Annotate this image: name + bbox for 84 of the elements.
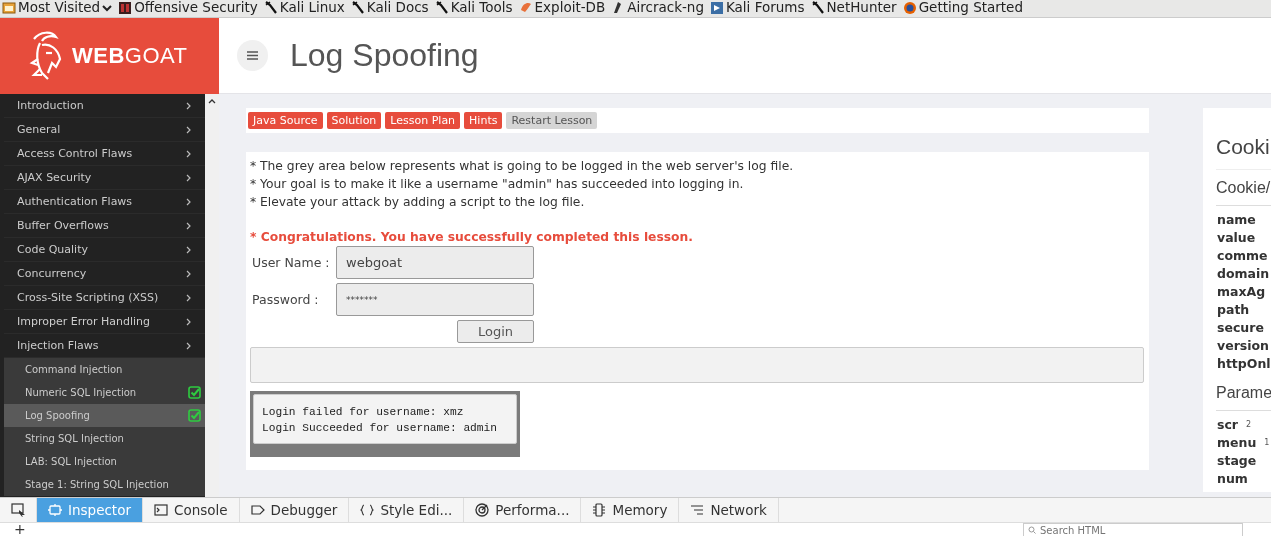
menu-icon <box>247 51 258 60</box>
log-field[interactable] <box>250 347 1144 383</box>
instruction-text: * Your goal is to make it like a username "admin" has succeeded into logging in. <box>250 176 745 193</box>
bug-icon <box>518 0 533 15</box>
sidebar-subitem[interactable]: Stage 1: String SQL Injection <box>4 473 205 496</box>
table-key: version <box>1217 337 1269 353</box>
add-node-button[interactable]: + <box>14 523 26 536</box>
sidebar-subitem[interactable]: Command Injection <box>4 358 205 381</box>
chevron-right-icon <box>186 173 192 182</box>
bookmark-link[interactable]: Getting Started <box>902 0 1023 15</box>
tag-icon <box>250 503 265 517</box>
table-key: comme <box>1217 247 1268 263</box>
sidebar-subitem[interactable]: String SQL Injection <box>4 427 205 450</box>
table-key: path <box>1217 301 1250 317</box>
table-key: stage <box>1217 452 1257 468</box>
lesson-button[interactable]: Solution <box>326 112 382 129</box>
lesson-button[interactable]: Java Source <box>248 112 323 129</box>
field-label: User Name : <box>252 255 330 270</box>
table-key: menu <box>1217 434 1257 450</box>
panel-subtitle: Parame <box>1216 384 1271 402</box>
success-message: * Congratulations. You have successfully completed this lesson. <box>250 230 694 244</box>
gauge-icon <box>475 503 490 517</box>
forum-icon <box>710 0 724 15</box>
password-field[interactable]: ******* <box>336 283 534 316</box>
chevron-right-icon <box>186 245 192 254</box>
panel-subtitle: Cookie/ <box>1216 179 1271 197</box>
bookmark-link[interactable]: Offensive Security <box>118 0 258 15</box>
table-value: 2 <box>1246 419 1252 429</box>
chevron-right-icon <box>186 341 192 350</box>
chevron-right-icon <box>186 293 192 302</box>
table-key: maxAg <box>1217 283 1266 299</box>
instruction-text: * The grey area below represents what is going to be logged in the web server's log file. <box>250 158 795 175</box>
table-key: secure <box>1217 319 1264 335</box>
search-field[interactable]: Search HTML <box>1023 523 1243 536</box>
chevron-right-icon <box>186 221 192 230</box>
chevron-down-icon <box>102 3 113 12</box>
logo-text: WEBGOAT <box>72 43 188 69</box>
chip-icon <box>592 503 607 517</box>
chevron-right-icon <box>186 149 192 158</box>
search-icon <box>1028 526 1036 534</box>
login-button[interactable]: Login <box>457 320 534 343</box>
bookmark-link[interactable]: Most Visited <box>2 0 113 15</box>
bookmark-link[interactable]: Kali Docs <box>350 0 429 15</box>
menu-button[interactable] <box>237 40 268 71</box>
sidebar-subitem[interactable]: Log Spoofing <box>4 404 205 427</box>
sidebar-subitem[interactable]: Numeric SQL Injection <box>4 381 205 404</box>
scroll-up-icon[interactable] <box>208 98 216 104</box>
table-key: name <box>1217 211 1256 227</box>
bookmark-link[interactable]: Kali Tools <box>434 0 513 15</box>
table-key: domain <box>1217 265 1270 281</box>
table-key: httpOnl <box>1217 355 1271 371</box>
panel-title: Cooki <box>1216 135 1271 170</box>
chevron-right-icon <box>186 197 192 206</box>
pointer-icon <box>11 503 25 517</box>
bookmark-link[interactable]: NetHunter <box>810 0 897 15</box>
scrollbar[interactable] <box>205 94 219 497</box>
instruction-text: * Elevate your attack by adding a script to the log file. <box>250 194 586 211</box>
braces-icon <box>360 503 375 517</box>
lesson-button[interactable]: Restart Lesson <box>506 112 598 129</box>
bookmark-link[interactable]: Exploit-DB <box>518 0 606 15</box>
chevron-right-icon <box>186 101 192 110</box>
chevron-right-icon <box>186 317 192 326</box>
username-field[interactable]: webgoat <box>336 246 534 279</box>
field-label: Password : <box>252 292 319 307</box>
log-line: Login Succeeded for username: admin <box>262 421 498 436</box>
bookmark-link[interactable]: Kali Linux <box>263 0 345 15</box>
lesson-button[interactable]: Hints <box>464 112 503 129</box>
table-key: scr <box>1217 416 1238 432</box>
bookmark-link[interactable]: Kali Forums <box>710 0 805 15</box>
page-title: Log Spoofing <box>290 37 479 74</box>
lesson-button[interactable]: Lesson Plan <box>385 112 461 129</box>
bookmark-link[interactable]: Aircrack-ng <box>611 0 704 15</box>
inspector-icon <box>48 503 62 517</box>
sidebar-subitem[interactable]: LAB: SQL Injection <box>4 450 205 473</box>
folder-icon <box>2 0 16 15</box>
table-value: 1 <box>1264 437 1270 447</box>
list-icon <box>690 503 705 517</box>
table-key: num <box>1217 470 1248 486</box>
log-line: Login failed for username: xmz <box>262 405 465 420</box>
chevron-right-icon <box>186 269 192 278</box>
globe-icon <box>902 0 917 15</box>
chevron-right-icon <box>186 125 192 134</box>
table-key: value <box>1217 229 1256 245</box>
console-icon <box>154 503 168 517</box>
